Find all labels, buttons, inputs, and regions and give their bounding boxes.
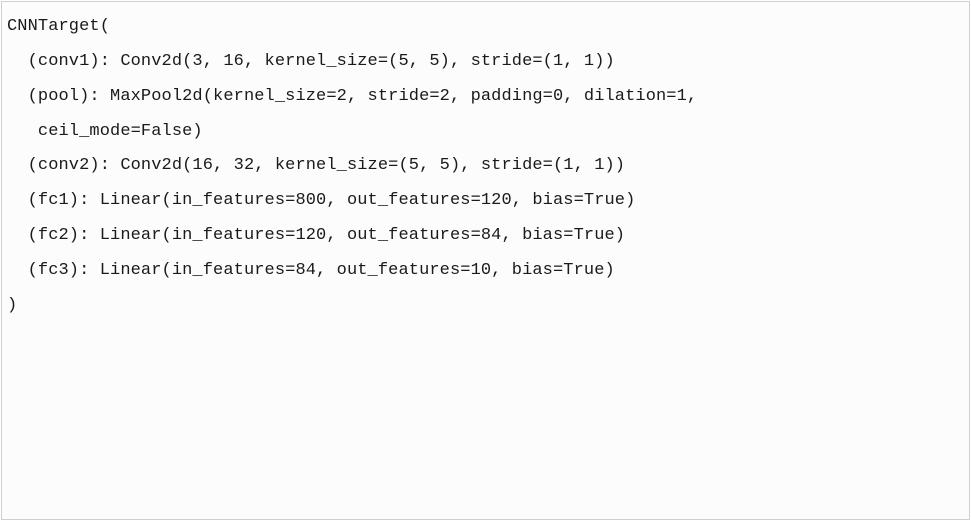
code-line: (fc3): Linear(in_features=84, out_featur…	[7, 254, 969, 289]
code-output-block: CNNTarget( (conv1): Conv2d(3, 16, kernel…	[1, 1, 970, 520]
code-line: (fc1): Linear(in_features=800, out_featu…	[7, 184, 969, 219]
code-line: (conv1): Conv2d(3, 16, kernel_size=(5, 5…	[7, 45, 969, 80]
code-line: CNNTarget(	[7, 10, 969, 45]
code-line: (pool): MaxPool2d(kernel_size=2, stride=…	[7, 80, 969, 115]
code-line: (fc2): Linear(in_features=120, out_featu…	[7, 219, 969, 254]
code-line: )	[7, 289, 969, 324]
code-line: (conv2): Conv2d(16, 32, kernel_size=(5, …	[7, 149, 969, 184]
code-line: ceil_mode=False)	[7, 115, 969, 150]
